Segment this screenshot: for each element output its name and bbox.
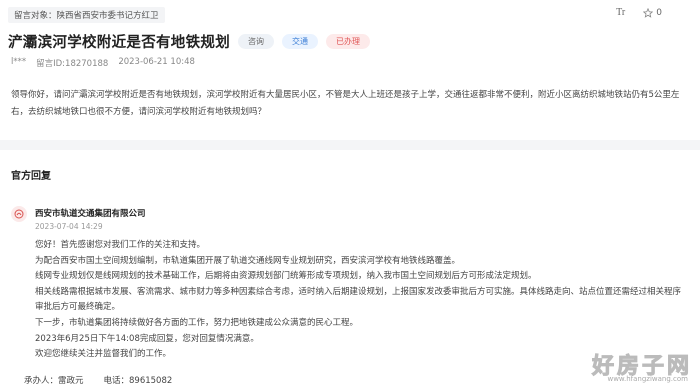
font-size-icon: Tr <box>616 7 626 18</box>
reply-line: 您好！首先感谢您对我们工作的关注和支持。 <box>35 240 206 250</box>
favorite-button[interactable]: 0 <box>643 7 662 18</box>
avatar <box>11 206 27 222</box>
watermark: 好房子网 www.hfangziwang.com <box>542 348 692 388</box>
reply-line: 相关线路需根据城市发展、客流需求、城市财力等多种因素综合考虑，适时纳入后期建设规… <box>35 286 682 297</box>
reply-body: 您好！首先感谢您对我们工作的关注和支持。 为配合西安市国土空间规划编制，市轨道集… <box>35 238 691 363</box>
question-meta: l*** 留言ID:18270188 2023-06-21 10:48 <box>11 57 195 69</box>
contact-phone: 电话：89615082 <box>103 376 173 386</box>
org-logo-icon <box>14 209 24 219</box>
font-size-button[interactable]: Tr <box>616 7 625 18</box>
message-target-label: 留言对象：陕西省西安市委书记方红卫 <box>8 7 165 23</box>
top-bar: 留言对象：陕西省西安市委书记方红卫 Tr 0 <box>0 0 700 26</box>
contact-person: 承办人：雷政元 <box>24 376 84 386</box>
question-body: 领导你好，请问浐灞滨河学校附近是否有地铁规划，滨河学校附近有大量居民小区，不管是… <box>11 87 686 121</box>
page-title: 浐灞滨河学校附近是否有地铁规划 <box>8 35 230 51</box>
favorite-count: 0 <box>656 7 662 18</box>
title-row: 浐灞滨河学校附近是否有地铁规划 咨询 交通 已办理 <box>8 31 370 52</box>
reply-line: 为配合西安市国土空间规划编制，市轨道集团开展了轨道交通线网专业规划研究，西安滨河… <box>35 255 461 266</box>
reply-line: 下一步，市轨道集团将持续做好各方面的工作，努力把地铁建成公众满意的民心工程。 <box>35 317 359 328</box>
question-line: 右，去纺织城地铁口也很不方便，请问滨河学校附近有地铁规划吗？ <box>11 107 267 117</box>
watermark-url: www.hfangziwang.com <box>607 375 688 383</box>
post-time: 2023-06-21 10:48 <box>118 57 195 67</box>
reply-section-title: 官方回复 <box>11 171 51 182</box>
reply-org-name: 西安市轨道交通集团有限公司 <box>35 209 146 219</box>
reply-contact: 承办人：雷政元 电话：89615082 <box>24 374 172 386</box>
reply-line: 线网专业规划仅是线网规划的技术基础工作，后期将由资源规划部门统筹形成专项规划，纳… <box>35 271 537 282</box>
reply-line: 审批后方可最终确定。 <box>35 302 121 313</box>
star-icon <box>643 7 654 18</box>
message-id: 留言ID:18270188 <box>36 59 109 69</box>
reply-date: 2023-07-04 14:29 <box>35 222 103 231</box>
question-line: 领导你好，请问浐灞滨河学校附近是否有地铁规划，滨河学校附近有大量居民小区，不管是… <box>11 90 680 100</box>
section-divider <box>0 140 700 150</box>
tag-category: 咨询 <box>238 34 274 49</box>
toolbar: Tr 0 <box>616 7 662 18</box>
author-name: l*** <box>11 57 27 67</box>
status-badge: 已办理 <box>326 34 370 49</box>
tag-domain: 交通 <box>282 34 318 49</box>
reply-line: 2023年6月25日下午14:08完成回复，您对回复情况满意。 <box>35 333 259 344</box>
